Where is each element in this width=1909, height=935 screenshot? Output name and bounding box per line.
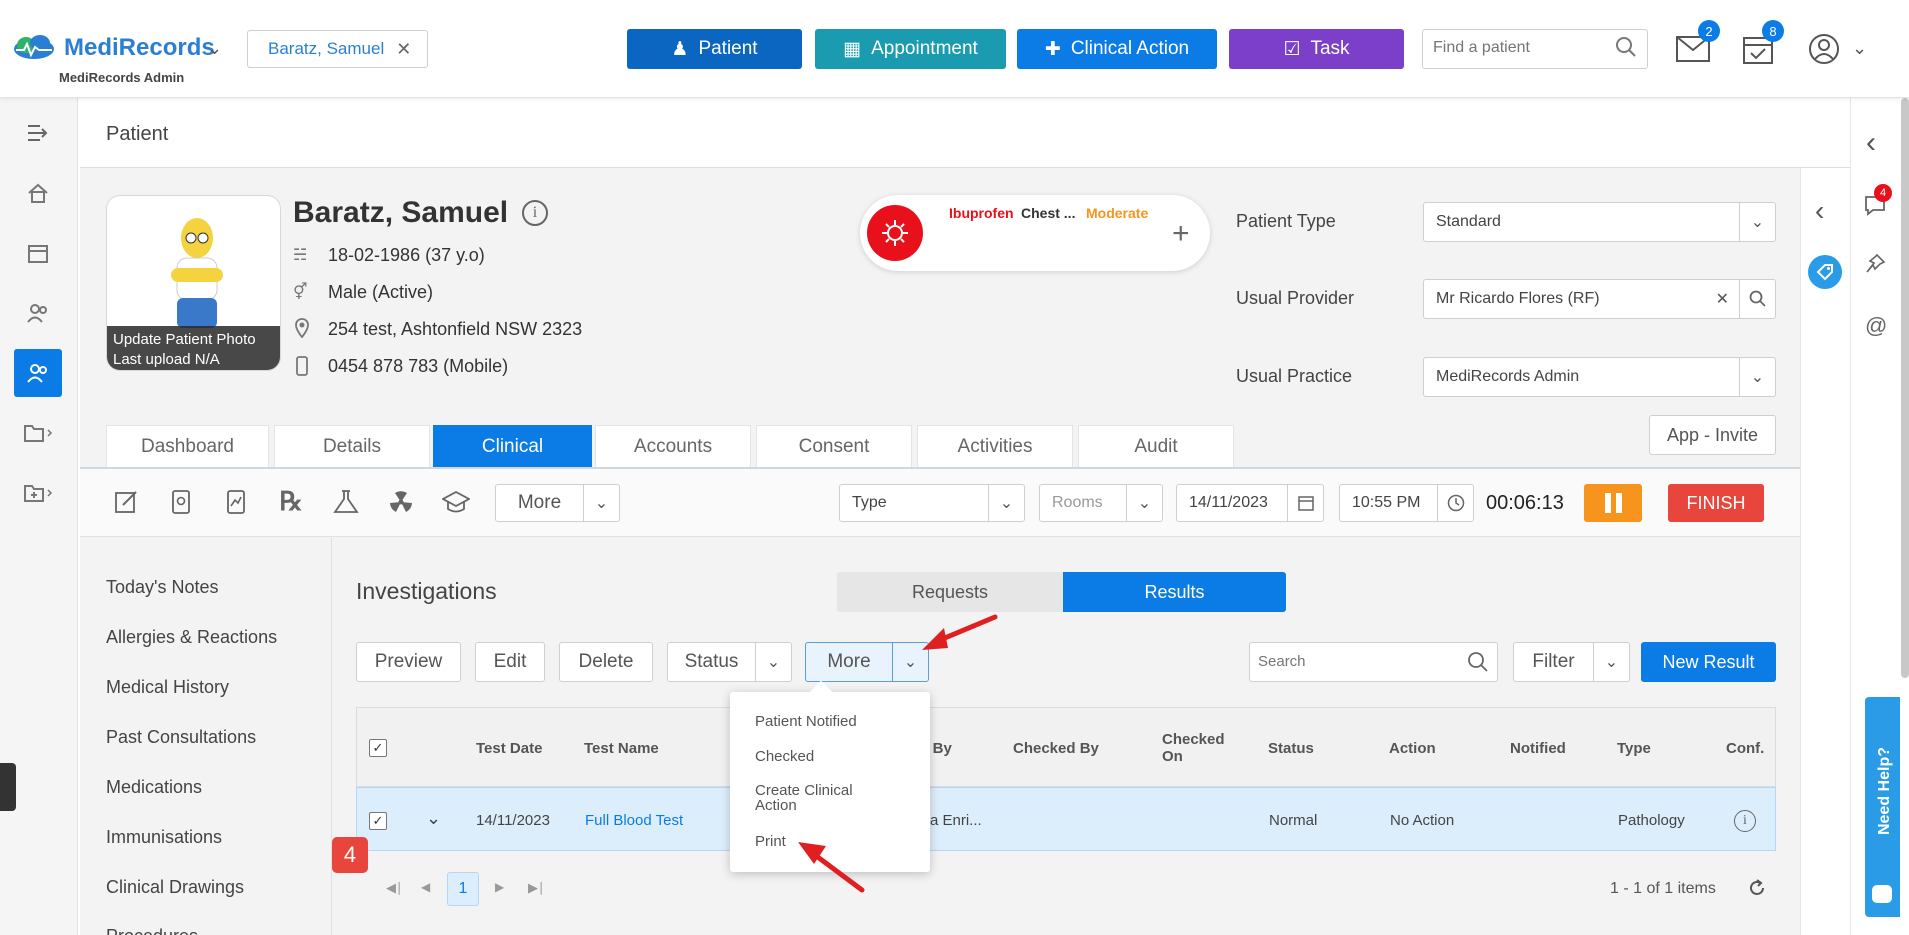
annotation-arrows (798, 614, 998, 893)
